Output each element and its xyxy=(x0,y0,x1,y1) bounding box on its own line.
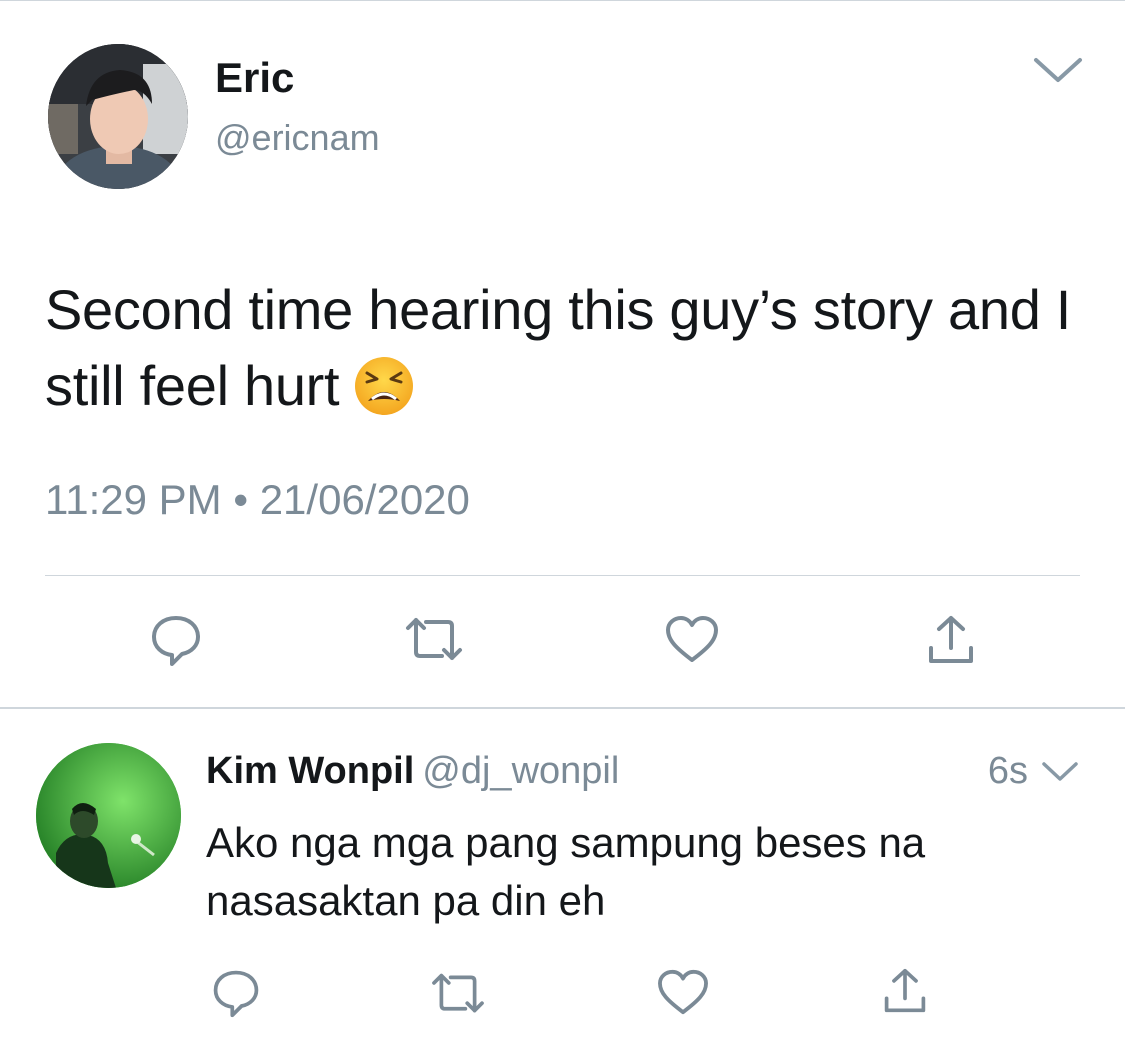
tweet-body: Second time hearing this guy’s story and… xyxy=(45,278,1072,417)
avatar[interactable] xyxy=(48,44,188,189)
reply-avatar[interactable] xyxy=(36,743,181,888)
chevron-down-icon[interactable] xyxy=(1030,52,1086,86)
author-handle[interactable]: @ericnam xyxy=(215,118,380,158)
tweet-text: Second time hearing this guy’s story and… xyxy=(45,272,1085,424)
reply-text: Ako nga mga pang sampung beses na nasasa… xyxy=(206,819,926,924)
chevron-down-icon[interactable] xyxy=(1040,758,1080,784)
reply-time[interactable]: 6s xyxy=(988,748,1028,794)
reply-author-handle[interactable]: @dj_wonpil xyxy=(422,750,619,792)
divider xyxy=(45,575,1080,576)
weary-face-icon xyxy=(353,355,415,417)
reply-author-name[interactable]: Kim Wonpil xyxy=(206,750,414,792)
reply-icon[interactable] xyxy=(148,612,204,668)
section-divider xyxy=(0,707,1125,709)
author-name[interactable]: Eric xyxy=(215,56,294,100)
tweet-timestamp[interactable]: 11:29 PM • 21/06/2020 xyxy=(45,476,470,524)
like-icon[interactable] xyxy=(664,614,720,664)
reply-header: Kim Wonpil @dj_wonpil xyxy=(206,748,619,794)
retweet-icon[interactable] xyxy=(404,614,464,666)
share-icon[interactable] xyxy=(882,966,928,1016)
retweet-icon[interactable] xyxy=(430,970,486,1018)
top-divider xyxy=(0,0,1125,1)
like-icon[interactable] xyxy=(656,968,710,1016)
reply-icon[interactable] xyxy=(210,966,262,1020)
share-icon[interactable] xyxy=(926,614,976,666)
